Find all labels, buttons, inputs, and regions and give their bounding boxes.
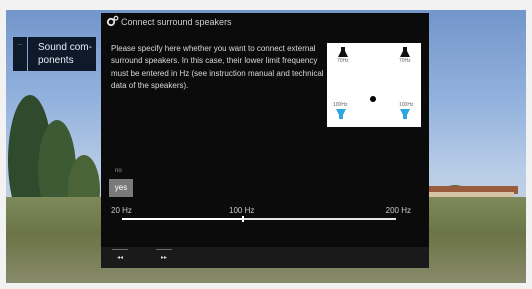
frequency-slider-labels: 20 Hz 100 Hz 200 Hz <box>111 206 411 216</box>
front-right-frequency-label: 70Hz <box>399 58 411 64</box>
front-left-frequency-label: 70Hz <box>337 58 349 64</box>
side-menu-collapsed-tab[interactable]: ... <box>13 37 27 71</box>
slider-min-label: 20 Hz <box>111 206 132 215</box>
connect-surround-speakers-dialog: Connect surround speakers Please specify… <box>101 13 429 268</box>
listener-position-icon <box>370 96 376 102</box>
frequency-slider-thumb[interactable] <box>241 216 244 222</box>
front-left-speaker-icon <box>338 47 348 57</box>
rear-right-frequency-label: 100Hz <box>399 102 414 108</box>
side-menu-item-sound-components[interactable]: Sound com- ponents <box>28 37 96 71</box>
option-no[interactable]: no <box>115 168 122 174</box>
option-yes[interactable]: yes <box>109 179 133 197</box>
side-menu-item-label: Sound com- ponents <box>38 42 92 66</box>
rear-left-frequency-label: 100Hz <box>333 102 348 108</box>
gears-icon <box>106 15 119 27</box>
dialog-footer: ◂◂ ▸▸ <box>101 247 429 268</box>
speaker-layout-diagram: 70Hz 70Hz 100Hz 100Hz <box>327 43 421 127</box>
slider-max-label: 200 Hz <box>385 206 411 215</box>
side-menu-collapsed-label: ... <box>17 41 23 47</box>
slider-mid-label: 100 Hz <box>229 206 255 215</box>
rear-right-speaker-icon <box>400 109 410 119</box>
frequency-slider[interactable] <box>122 216 396 222</box>
forward-button[interactable]: ▸▸ <box>156 249 172 264</box>
back-button[interactable]: ◂◂ <box>112 249 128 264</box>
dialog-description: Please specify here whether you want to … <box>111 44 324 91</box>
front-right-speaker-icon <box>400 47 410 57</box>
rear-left-speaker-icon <box>336 109 346 119</box>
dialog-title: Connect surround speakers <box>121 17 232 27</box>
frequency-slider-fill <box>122 218 243 220</box>
